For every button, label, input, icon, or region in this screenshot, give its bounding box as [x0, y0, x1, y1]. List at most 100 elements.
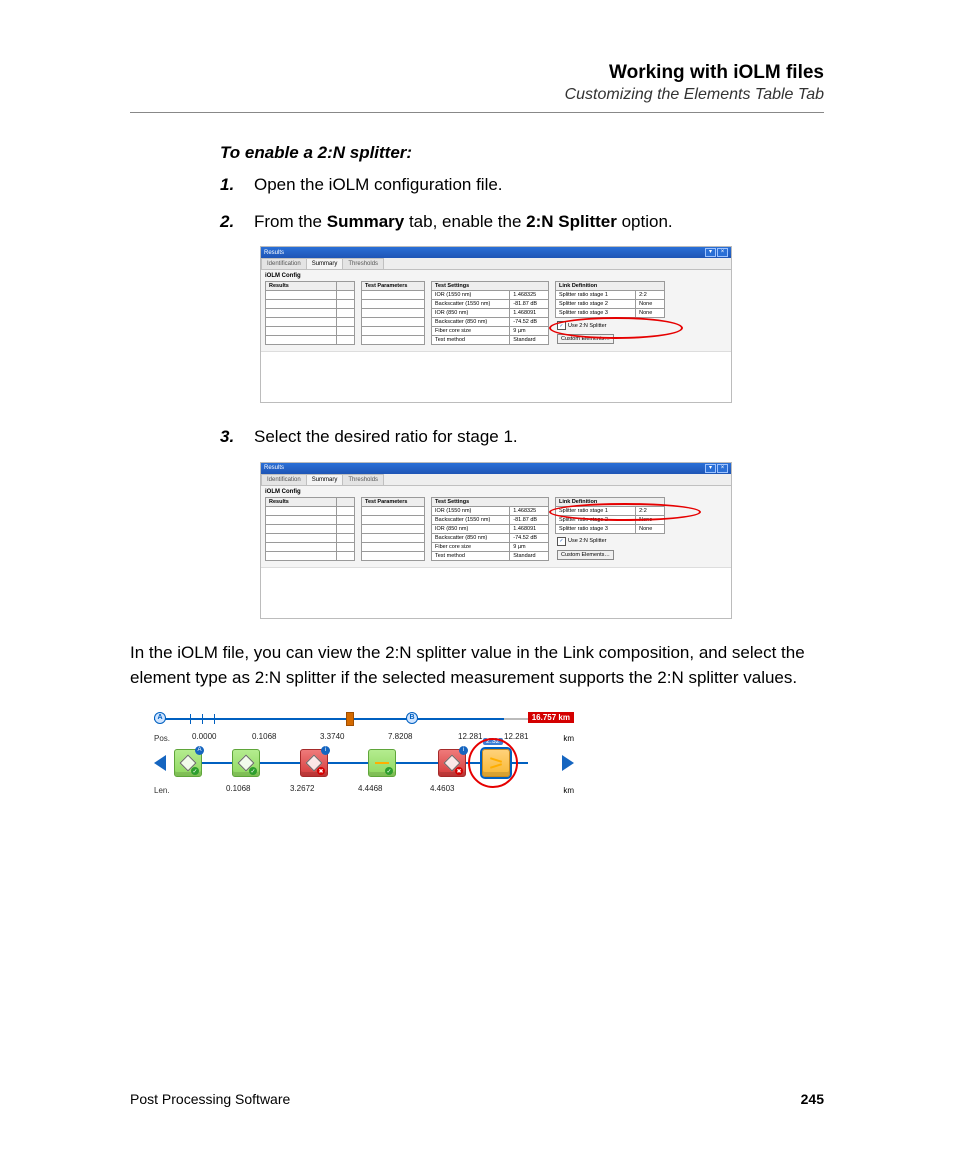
- element-3[interactable]: i ✖: [300, 749, 328, 777]
- header-rule: [130, 112, 824, 113]
- table-test-parameters-2: Test Parameters: [361, 497, 425, 561]
- status-ok-icon: ✓: [191, 767, 199, 775]
- step-2-bold2: 2:N Splitter: [526, 212, 617, 231]
- table-results-2: Results: [265, 497, 355, 561]
- ts2-5v: Standard: [510, 551, 549, 560]
- ts2-3v: -74.52 dB: [510, 533, 549, 542]
- marker-a-icon[interactable]: A: [154, 712, 166, 724]
- page-header-subtitle: Customizing the Elements Table Tab: [130, 86, 824, 104]
- step-2-pre: From the: [254, 212, 327, 231]
- ld-2v: None: [636, 309, 665, 318]
- th-linkdef: Link Definition: [556, 282, 665, 291]
- total-distance-badge: 16.757 km: [528, 712, 574, 723]
- link-definition-column: Link Definition Splitter ratio stage 12:…: [555, 281, 665, 344]
- close-icon[interactable]: ×: [717, 248, 728, 257]
- ts2-5k: Test method: [432, 551, 510, 560]
- th-settings-2: Test Settings: [432, 497, 549, 506]
- splitter-icon: [490, 758, 502, 768]
- pin-icon[interactable]: ▾: [705, 248, 716, 257]
- panel-title: Results: [264, 250, 284, 256]
- th-results: Results: [266, 282, 337, 291]
- info-dot-icon: i: [321, 746, 330, 755]
- ts2-1v: -81.87 dB: [510, 515, 549, 524]
- element-5[interactable]: i ✖: [438, 749, 466, 777]
- ld2-1v: None: [636, 515, 665, 524]
- tab-summary[interactable]: Summary: [306, 258, 344, 269]
- nav-left-icon[interactable]: [154, 755, 166, 771]
- window-buttons: ▾×: [704, 248, 728, 257]
- pin-icon[interactable]: ▾: [705, 464, 716, 473]
- ts-1k: Backscatter (1550 nm): [432, 300, 510, 309]
- status-fail-icon: ✖: [455, 767, 463, 775]
- overview-axis: [154, 718, 534, 720]
- step-3-num: 3.: [220, 425, 254, 450]
- tab-thresholds[interactable]: Thresholds: [342, 258, 384, 269]
- pos-4: 12.281: [458, 732, 482, 741]
- ld2-0k: Splitter ratio stage 1: [556, 506, 636, 515]
- close-icon[interactable]: ×: [717, 464, 728, 473]
- panel-titlebar-2: Results ▾×: [261, 463, 731, 474]
- element-4[interactable]: ✓: [368, 749, 396, 777]
- body-paragraph: In the iOLM file, you can view the 2:N s…: [130, 641, 824, 690]
- overview-handle-icon[interactable]: [346, 712, 354, 726]
- ts2-1k: Backscatter (1550 nm): [432, 515, 510, 524]
- page-footer: Post Processing Software 245: [130, 1091, 824, 1107]
- ts2-0k: IOR (1550 nm): [432, 506, 510, 515]
- step-2-mid: tab, enable the: [404, 212, 526, 231]
- th-params-2: Test Parameters: [362, 497, 425, 506]
- status-ok-icon: ✓: [385, 767, 393, 775]
- checkbox-icon[interactable]: ✓: [557, 537, 566, 546]
- status-fail-icon: ✖: [317, 767, 325, 775]
- panel-tabs: Identification Summary Thresholds: [261, 258, 731, 270]
- table-link-definition: Link Definition Splitter ratio stage 12:…: [555, 281, 665, 318]
- element-6-splitter[interactable]: 2:32: [482, 749, 510, 777]
- ts-4k: Fiber core size: [432, 327, 510, 336]
- step-3-text: Select the desired ratio for stage 1.: [254, 425, 824, 450]
- checkbox-icon[interactable]: ✓: [557, 321, 566, 330]
- use-2n-splitter-row-2[interactable]: ✓ Use 2:N Splitter: [557, 537, 665, 546]
- section-iolm-config: iOLM Config: [261, 270, 731, 281]
- nav-right-icon[interactable]: [562, 755, 574, 771]
- step-3: 3. Select the desired ratio for stage 1.: [220, 425, 824, 450]
- table-link-definition-2: Link Definition Splitter ratio stage 12:…: [555, 497, 665, 534]
- ts-5k: Test method: [432, 336, 510, 345]
- ts2-4v: 9 µm: [510, 542, 549, 551]
- pos-0: 0.0000: [192, 732, 216, 741]
- splice-icon: [375, 762, 389, 764]
- ts-0k: IOR (1550 nm): [432, 291, 510, 300]
- tab-identification[interactable]: Identification: [261, 258, 307, 269]
- ld2-0v: 2:2: [636, 506, 665, 515]
- ld-2k: Splitter ratio stage 3: [556, 309, 636, 318]
- ld2-1k: Splitter ratio stage 2: [556, 515, 636, 524]
- len-unit: km: [552, 786, 574, 795]
- tab-identification-2[interactable]: Identification: [261, 474, 307, 485]
- marker-b-icon[interactable]: B: [406, 712, 418, 724]
- table-test-settings-2: Test Settings IOR (1550 nm)1.468325 Back…: [431, 497, 549, 561]
- ts-3k: Backscatter (850 nm): [432, 318, 510, 327]
- tab-summary-2[interactable]: Summary: [306, 474, 344, 485]
- ld-0k: Splitter ratio stage 1: [556, 291, 636, 300]
- step-1: 1. Open the iOLM configuration file.: [220, 173, 824, 198]
- element-2[interactable]: ✓: [232, 749, 260, 777]
- len-1: 3.2672: [290, 784, 314, 793]
- use-2n-splitter-row[interactable]: ✓ Use 2:N Splitter: [557, 321, 665, 330]
- pos-label: Pos.: [154, 734, 182, 743]
- len-2: 4.4468: [358, 784, 382, 793]
- screenshot-panel-1: Results ▾× Identification Summary Thresh…: [260, 246, 732, 403]
- element-track: [174, 762, 528, 764]
- table-test-parameters: Test Parameters: [361, 281, 425, 345]
- ts-4v: 9 µm: [510, 327, 549, 336]
- ts-3v: -74.52 dB: [510, 318, 549, 327]
- step-2: 2. From the Summary tab, enable the 2:N …: [220, 210, 824, 235]
- len-0: 0.1068: [226, 784, 250, 793]
- panel-tabs-2: Identification Summary Thresholds: [261, 474, 731, 486]
- element-1[interactable]: A ✓: [174, 749, 202, 777]
- ld2-2v: None: [636, 524, 665, 533]
- pos-2: 3.3740: [320, 732, 344, 741]
- custom-elements-button-2[interactable]: Custom Elements…: [557, 550, 614, 560]
- custom-elements-button[interactable]: Custom Elements…: [557, 334, 614, 344]
- splitter-ratio-tag: 2:32: [483, 738, 503, 745]
- pos-5: 12.281: [504, 732, 528, 741]
- ts2-3k: Backscatter (850 nm): [432, 533, 510, 542]
- tab-thresholds-2[interactable]: Thresholds: [342, 474, 384, 485]
